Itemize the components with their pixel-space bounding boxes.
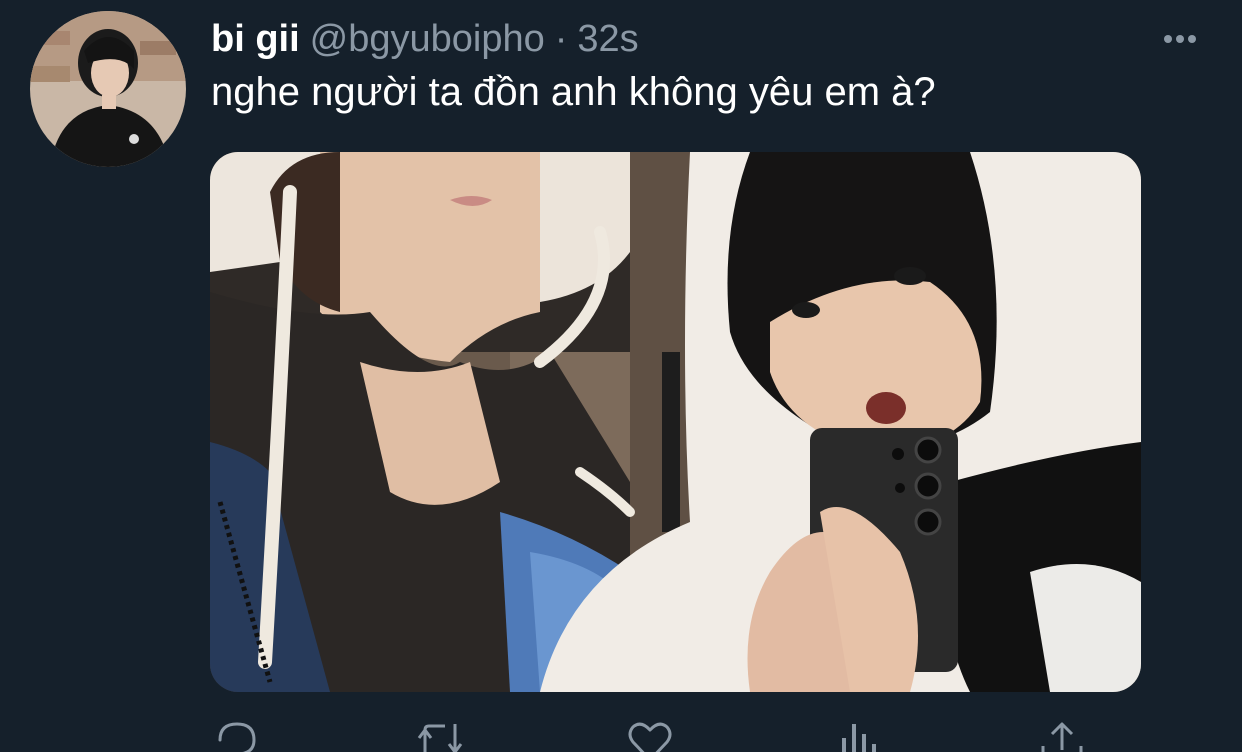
- more-options-button[interactable]: [1156, 22, 1204, 56]
- tweet-text: nghe người ta đồn anh không yêu em à?: [211, 70, 936, 114]
- photo-image: [210, 152, 1141, 692]
- like-button[interactable]: [625, 720, 675, 752]
- retweet-button[interactable]: [415, 720, 465, 752]
- share-button[interactable]: [1037, 720, 1087, 752]
- more-horizontal-icon: [1164, 35, 1196, 43]
- share-icon: [1041, 722, 1083, 752]
- analytics-icon: [842, 724, 876, 752]
- heart-icon: [628, 722, 672, 752]
- user-handle[interactable]: @bgyuboipho: [310, 18, 545, 60]
- analytics-button[interactable]: [834, 720, 884, 752]
- retweet-icon: [417, 724, 463, 752]
- timestamp[interactable]: 32s: [577, 18, 638, 60]
- tweet: bi gii @bgyuboipho · 32s nghe người ta đồn …: [0, 0, 1242, 752]
- reply-button[interactable]: [212, 720, 262, 752]
- avatar-photo: [30, 11, 186, 167]
- avatar[interactable]: [30, 11, 186, 167]
- reply-icon: [218, 722, 256, 752]
- tweet-actions: [0, 708, 1242, 752]
- separator-dot: ·: [554, 18, 568, 60]
- tweet-header: bi gii @bgyuboipho · 32s: [211, 14, 639, 64]
- display-name[interactable]: bi gii: [211, 18, 300, 60]
- tweet-photo[interactable]: [210, 152, 1141, 692]
